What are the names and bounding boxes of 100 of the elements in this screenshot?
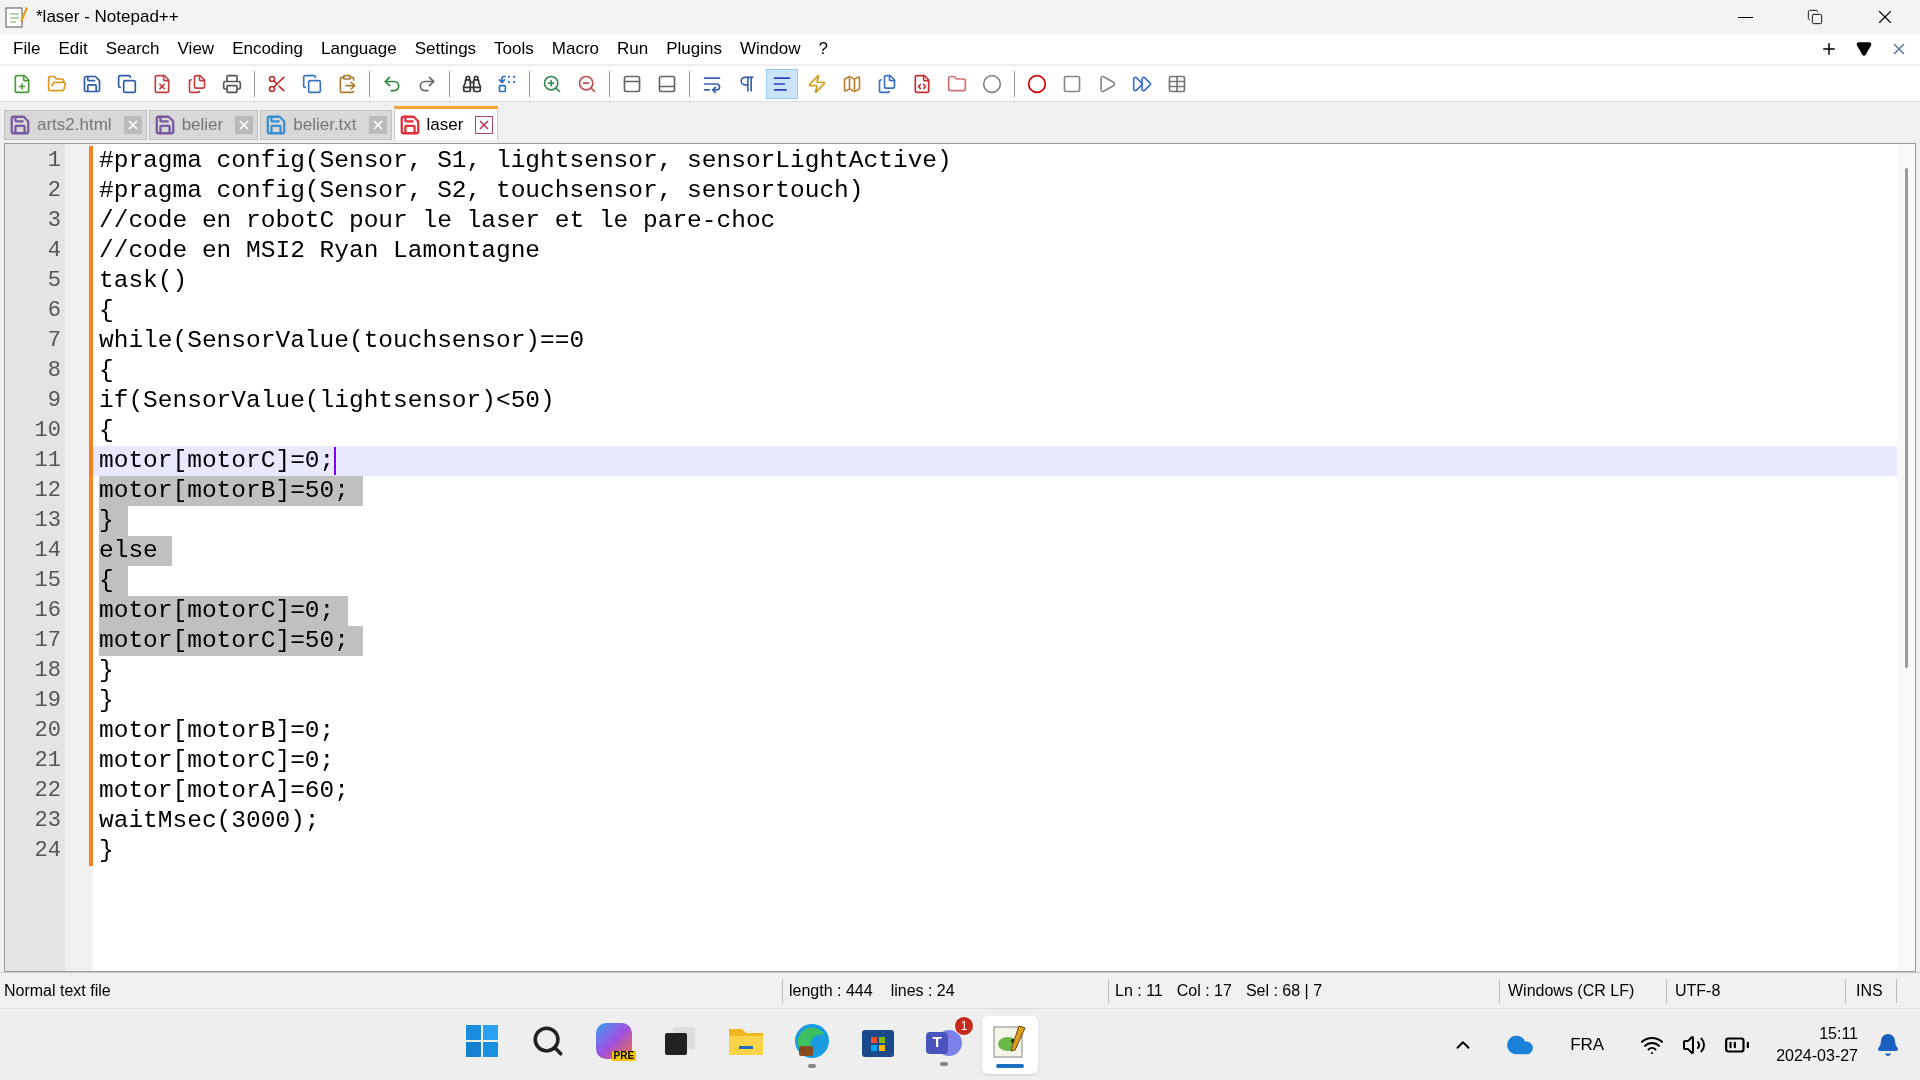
line-number: 4 [46,237,62,265]
length-count: length : 444 [789,980,873,1001]
tab-label: laser [426,113,464,136]
line-number: 15 [33,567,62,595]
line-number: 6 [46,297,62,325]
browser-logo-icon [793,1021,832,1060]
line-position: Ln : 11 [1115,980,1163,1001]
file-tab[interactable]: laser [393,106,499,140]
dropdown-triangle-icon[interactable] [1856,41,1872,57]
menu-item[interactable]: Search [96,36,169,62]
restore-icon [1807,9,1823,25]
menu-item[interactable]: Edit [49,36,97,62]
menu-item[interactable]: Tools [485,36,543,62]
menu-item[interactable]: Language [312,36,406,62]
file-type: Normal text file [3,980,112,1001]
line-number: 3 [46,207,62,235]
menu-item[interactable]: Settings [405,36,486,62]
save-icon [82,73,102,94]
undo-icon [382,73,402,94]
language-indicator[interactable]: FRA [1570,1031,1605,1058]
taskbar-app[interactable]: PRE [586,1015,643,1074]
code-line: { [99,356,114,386]
code-line: motor[motorC]=0; [99,446,335,476]
menu-item[interactable]: View [168,36,224,62]
line-number: 9 [46,387,62,415]
panel-bottom-icon [657,73,677,94]
line-ending: Windows (CR LF) [1507,980,1636,1001]
code-line: #pragma config(Sensor, S2, touchsensor, sensortouch) [99,176,864,206]
line-number: 16 [33,597,62,625]
toolbar-button[interactable] [766,68,798,99]
line-number: 10 [33,417,62,445]
record-icon [1027,73,1047,94]
code-line: motor[motorB]=0; [99,716,335,746]
code-line: { [99,416,114,446]
save-all-icon [117,73,137,94]
line-number: 11 [33,447,62,475]
code-line: //code en MSI2 Ryan Lamontagne [99,236,541,266]
zoom-out-icon [577,73,597,94]
menu-item[interactable]: Run [608,36,658,62]
table-icon [1167,73,1187,94]
lightning-icon [807,73,827,94]
line-number: 24 [33,837,62,865]
code-line: //code en robotC pour le laser et le pare-choc [99,206,776,236]
replace-icon [497,73,517,94]
clock-time: 15:11 [1819,1023,1858,1044]
text-caret [334,447,337,475]
teams-letter: T [926,1031,949,1054]
zoom-in-icon [542,73,562,94]
code-line: if(SensorValue(lightsensor)<50) [99,386,555,416]
clock[interactable]: 15:11 2024-03-27 [1776,1022,1858,1067]
windows-logo-icon [465,1023,500,1058]
taskbar-app[interactable]: T 1 [916,1015,973,1074]
line-number: 2 [46,177,62,205]
fast-forward-icon [1132,73,1152,94]
folder-icon [47,73,67,94]
line-number: 23 [33,807,62,835]
search-icon [531,1023,566,1058]
tab-label: arts2.html [37,114,112,137]
play-icon [1097,73,1117,94]
insert-mode: INS [1855,980,1884,1001]
line-number: 21 [33,747,62,775]
window-title: *laser - Notepad++ [36,6,179,29]
stop-icon [1062,73,1082,94]
notification-bell-icon[interactable] [1876,1032,1900,1057]
line-number: 20 [33,717,62,745]
line-number: 17 [33,627,62,655]
close-file-icon [152,73,172,94]
menu-item[interactable]: ? [809,36,837,62]
code-line: while(SensorValue(touchsensor)==0 [99,326,585,356]
minimize-icon [1737,16,1753,18]
map-icon [842,73,862,94]
copy-icon [302,73,322,94]
line-number: 19 [33,687,62,715]
code-line: waitMsec(3000); [99,806,320,836]
code-line: motor[motorA]=60; [99,776,349,806]
code-line: #pragma config(Sensor, S1, lightsensor, sensorLightActive) [99,146,952,176]
close-all-icon [187,73,207,94]
notepad-icon [4,5,28,29]
encoding: UTF-8 [1674,980,1722,1001]
menu-item[interactable]: File [4,36,50,62]
line-number: 12 [33,477,62,505]
menu-item[interactable]: Encoding [223,36,312,62]
vertical-scrollbar[interactable] [1897,144,1915,971]
line-number: 13 [33,507,62,535]
code-line: } [99,686,114,716]
menu-item[interactable]: Window [730,36,810,62]
menu-item[interactable]: Plugins [657,36,731,62]
line-number: 1 [46,147,62,175]
menu-item[interactable]: Macro [542,36,608,62]
add-tab-icon[interactable] [1820,40,1838,58]
line-number: 5 [46,267,62,295]
documents-icon [877,73,897,94]
line-number: 7 [46,327,62,355]
tab-label: belier.txt [293,114,357,137]
line-number: 22 [33,777,62,805]
folder-icon [947,73,967,94]
tab-label: belier [181,114,224,137]
new-file-icon [12,73,32,94]
tab-close-icon[interactable] [475,115,494,134]
code-line: { [99,296,114,326]
